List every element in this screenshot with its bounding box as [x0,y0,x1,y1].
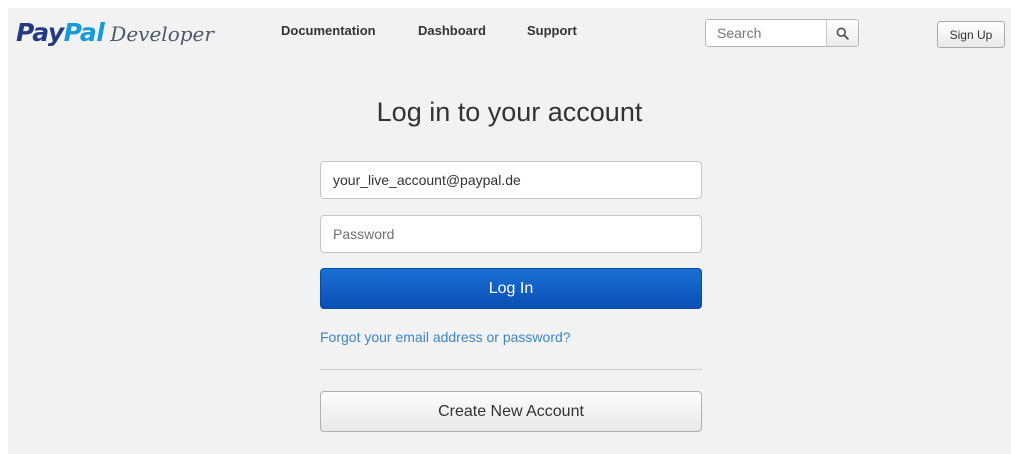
content-frame: PayPal Developer Documentation Dashboard… [8,8,1011,454]
search-box [705,19,859,47]
nav-support[interactable]: Support [527,23,577,38]
log-in-button[interactable]: Log In [320,268,702,309]
page-title: Log in to your account [376,97,643,127]
create-account-button[interactable]: Create New Account [320,391,702,432]
forgot-credentials-link[interactable]: Forgot your email address or password? [320,329,571,345]
search-input[interactable] [706,20,826,46]
page: PayPal Developer Documentation Dashboard… [0,0,1011,454]
divider [320,369,702,370]
nav-dashboard[interactable]: Dashboard [418,23,486,38]
email-field[interactable] [320,161,702,199]
paypal-wordmark: PayPal [16,18,105,47]
search-button[interactable] [826,20,858,46]
header: PayPal Developer Documentation Dashboard… [8,8,1011,60]
logo-pal: Pal [63,18,105,47]
logo-developer: Developer [110,22,214,46]
sign-up-button[interactable]: Sign Up [937,21,1005,48]
password-field[interactable] [320,215,702,253]
logo-pay: Pay [16,18,64,47]
paypal-developer-logo[interactable]: PayPal Developer [16,18,214,48]
nav-documentation[interactable]: Documentation [281,23,376,38]
search-icon [836,27,849,40]
